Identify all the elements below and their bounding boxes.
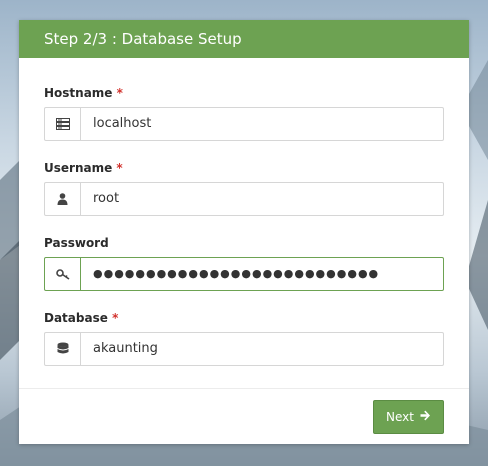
card-header: Step 2/3 : Database Setup	[19, 20, 469, 58]
hostname-label: Hostname *	[44, 86, 444, 101]
form-body: Hostname * localhost Username * root Pas…	[19, 58, 469, 388]
password-input-group[interactable]: ●●●●●●●●●●●●●●●●●●●●●●●●●●●	[44, 257, 444, 291]
username-input[interactable]: root	[81, 183, 443, 215]
required-marker: *	[116, 161, 123, 175]
next-label: Next	[386, 410, 414, 424]
setup-card: Step 2/3 : Database Setup Hostname * loc…	[19, 20, 469, 444]
arrow-right-icon	[420, 410, 431, 424]
password-input[interactable]: ●●●●●●●●●●●●●●●●●●●●●●●●●●●	[81, 258, 443, 290]
database-input[interactable]: akaunting	[81, 333, 443, 365]
server-icon	[45, 108, 81, 140]
required-marker: *	[112, 311, 119, 325]
password-field-group: Password ●●●●●●●●●●●●●●●●●●●●●●●●●●●	[44, 236, 444, 291]
hostname-input-group[interactable]: localhost	[44, 107, 444, 141]
next-button[interactable]: Next	[373, 400, 444, 434]
hostname-input[interactable]: localhost	[81, 108, 443, 140]
required-marker: *	[116, 86, 123, 100]
page-title: Step 2/3 : Database Setup	[44, 30, 242, 48]
hostname-label-text: Hostname	[44, 86, 113, 100]
hostname-field-group: Hostname * localhost	[44, 86, 444, 141]
database-field-group: Database * akaunting	[44, 311, 444, 366]
username-label-text: Username	[44, 161, 113, 175]
password-label-text: Password	[44, 236, 109, 250]
username-input-group[interactable]: root	[44, 182, 444, 216]
key-icon	[45, 258, 81, 290]
username-label: Username *	[44, 161, 444, 176]
user-icon	[45, 183, 81, 215]
password-label: Password	[44, 236, 444, 251]
database-input-group[interactable]: akaunting	[44, 332, 444, 366]
username-field-group: Username * root	[44, 161, 444, 216]
database-icon	[45, 333, 81, 365]
database-label: Database *	[44, 311, 444, 326]
card-footer: Next	[19, 388, 469, 444]
database-label-text: Database	[44, 311, 108, 325]
